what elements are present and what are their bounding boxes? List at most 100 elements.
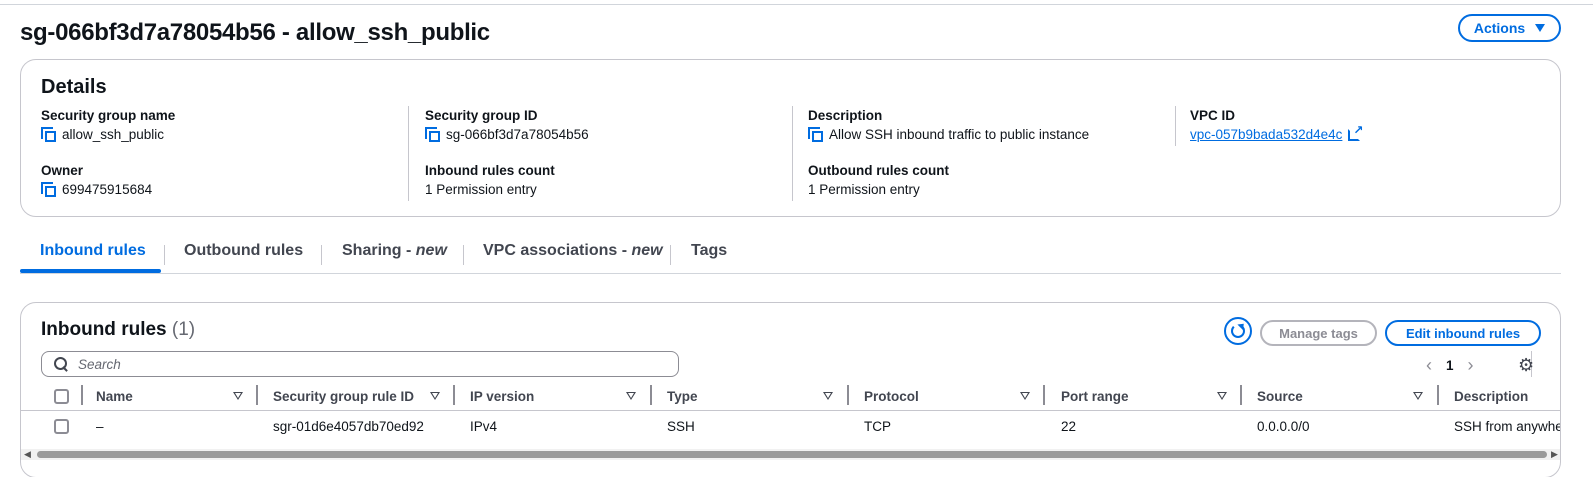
tab-outbound-rules[interactable]: Outbound rules <box>184 242 303 260</box>
column-divider[interactable] <box>1043 385 1045 405</box>
column-divider[interactable] <box>650 385 652 405</box>
page-number[interactable]: 1 <box>1446 358 1454 373</box>
field-value: sg-066bf3d7a78054b56 <box>446 127 589 142</box>
details-heading: Details <box>41 76 107 98</box>
tab-divider <box>463 245 464 265</box>
details-panel: Details Security group name allow_ssh_pu… <box>20 59 1561 217</box>
sort-icon[interactable] <box>233 392 243 400</box>
search-input[interactable] <box>78 356 658 372</box>
scrollbar-thumb[interactable] <box>37 451 1547 458</box>
column-divider[interactable] <box>1240 385 1242 405</box>
field-value: allow_ssh_public <box>62 127 165 142</box>
column-divider[interactable] <box>453 385 455 405</box>
tab-label: VPC associations - <box>483 242 632 259</box>
copy-icon[interactable] <box>808 127 823 142</box>
copy-icon[interactable] <box>425 127 440 142</box>
column-divider[interactable] <box>256 385 258 405</box>
caret-down-icon <box>1535 24 1546 32</box>
field-label: Description <box>808 108 883 123</box>
table-row[interactable]: – sgr-01d6e4057db70ed92 IPv4 SSH TCP 22 … <box>21 411 1560 443</box>
tab-divider <box>670 245 671 265</box>
horizontal-scrollbar[interactable]: ◀ ▶ <box>21 449 1560 460</box>
inbound-rules-count-field: Inbound rules count 1 Permission entry <box>425 163 795 197</box>
field-label: Security group ID <box>425 108 538 123</box>
actions-label: Actions <box>1473 20 1526 36</box>
copy-icon[interactable] <box>41 182 56 197</box>
column-divider[interactable] <box>1437 385 1439 405</box>
field-label: Security group name <box>41 108 176 123</box>
field-value: Allow SSH inbound traffic to public inst… <box>829 127 1090 142</box>
column-header-ip-version[interactable]: IP version <box>470 389 534 404</box>
column-divider <box>1175 106 1176 146</box>
field-label: Outbound rules count <box>808 163 949 178</box>
tab-tags[interactable]: Tags <box>691 242 727 260</box>
sort-icon[interactable] <box>823 392 833 400</box>
pagination: ‹ 1 › <box>1426 355 1474 376</box>
edit-inbound-rules-button[interactable]: Edit inbound rules <box>1385 320 1541 346</box>
tab-bar: Inbound rules Outbound rules Sharing - n… <box>20 232 1561 274</box>
external-link-icon[interactable] <box>1348 123 1363 141</box>
tab-inbound-rules[interactable]: Inbound rules <box>40 242 146 260</box>
vpc-id-field: VPC ID vpc-057b9bada532d4e4c <box>1190 108 1560 142</box>
row-checkbox[interactable] <box>54 419 69 434</box>
column-header-description[interactable]: Description <box>1454 389 1528 404</box>
field-value: 699475915684 <box>62 182 153 197</box>
security-group-id-field: Security group ID sg-066bf3d7a78054b56 <box>425 108 795 142</box>
tab-new-badge: new <box>415 242 447 259</box>
column-header-protocol[interactable]: Protocol <box>864 389 919 404</box>
cell-rule-id: sgr-01d6e4057db70ed92 <box>273 419 424 434</box>
security-group-name-field: Security group name allow_ssh_public <box>41 108 411 142</box>
column-header-source[interactable]: Source <box>1257 389 1303 404</box>
tab-divider <box>164 245 165 265</box>
field-value: 1 Permission entry <box>425 182 537 197</box>
sort-icon[interactable] <box>1217 392 1227 400</box>
select-all-checkbox[interactable] <box>54 389 69 404</box>
chevron-right-icon[interactable]: › <box>1468 355 1474 376</box>
copy-icon[interactable] <box>41 127 56 142</box>
actions-button[interactable]: Actions <box>1458 14 1561 42</box>
scroll-left-icon[interactable]: ◀ <box>24 449 31 460</box>
field-label: Inbound rules count <box>425 163 555 178</box>
search-field[interactable] <box>41 351 679 377</box>
page-title: sg-066bf3d7a78054b56 - allow_ssh_public <box>20 19 490 46</box>
column-divider <box>81 385 83 405</box>
cell-ip-version: IPv4 <box>470 419 498 434</box>
sort-icon[interactable] <box>1413 392 1423 400</box>
cell-port-range: 22 <box>1061 419 1077 434</box>
refresh-icon <box>1231 324 1245 338</box>
manage-tags-button[interactable]: Manage tags <box>1260 320 1377 346</box>
outbound-rules-count-field: Outbound rules count 1 Permission entry <box>808 163 1178 197</box>
tab-sharing[interactable]: Sharing - new <box>342 242 447 260</box>
field-value: 1 Permission entry <box>808 182 920 197</box>
column-header-port-range[interactable]: Port range <box>1061 389 1129 404</box>
scroll-right-icon[interactable]: ▶ <box>1551 449 1558 460</box>
page-container: sg-066bf3d7a78054b56 - allow_ssh_public … <box>0 4 1593 477</box>
inbound-rules-panel: Inbound rules (1) Manage tags Edit inbou… <box>20 302 1561 477</box>
column-divider[interactable] <box>847 385 849 405</box>
rules-count: (1) <box>171 319 196 340</box>
sort-icon[interactable] <box>1020 392 1030 400</box>
active-tab-indicator <box>20 269 161 273</box>
field-label: Owner <box>41 163 84 178</box>
inbound-rules-heading: Inbound rules (1) <box>41 319 195 341</box>
cell-source: 0.0.0.0/0 <box>1257 419 1310 434</box>
cell-name: – <box>96 419 104 434</box>
chevron-left-icon[interactable]: ‹ <box>1426 355 1432 376</box>
sort-icon[interactable] <box>626 392 636 400</box>
description-field: Description Allow SSH inbound traffic to… <box>808 108 1178 142</box>
column-header-name[interactable]: Name <box>96 389 133 404</box>
field-label: VPC ID <box>1190 108 1236 123</box>
tab-new-badge: new <box>631 242 663 259</box>
tab-label: Sharing - <box>342 242 416 259</box>
heading-text: Inbound rules <box>41 319 167 340</box>
gear-icon[interactable]: ⚙ <box>1518 355 1534 376</box>
vpc-id-link[interactable]: vpc-057b9bada532d4e4c <box>1190 127 1342 142</box>
cell-type: SSH <box>667 419 695 434</box>
refresh-button[interactable] <box>1224 317 1252 345</box>
tab-vpc-associations[interactable]: VPC associations - new <box>483 242 663 260</box>
column-header-type[interactable]: Type <box>667 389 698 404</box>
cell-protocol: TCP <box>864 419 891 434</box>
column-header-rule-id[interactable]: Security group rule ID <box>273 389 414 404</box>
sort-icon[interactable] <box>430 392 440 400</box>
cell-description: SSH from anywhere <box>1454 419 1560 434</box>
